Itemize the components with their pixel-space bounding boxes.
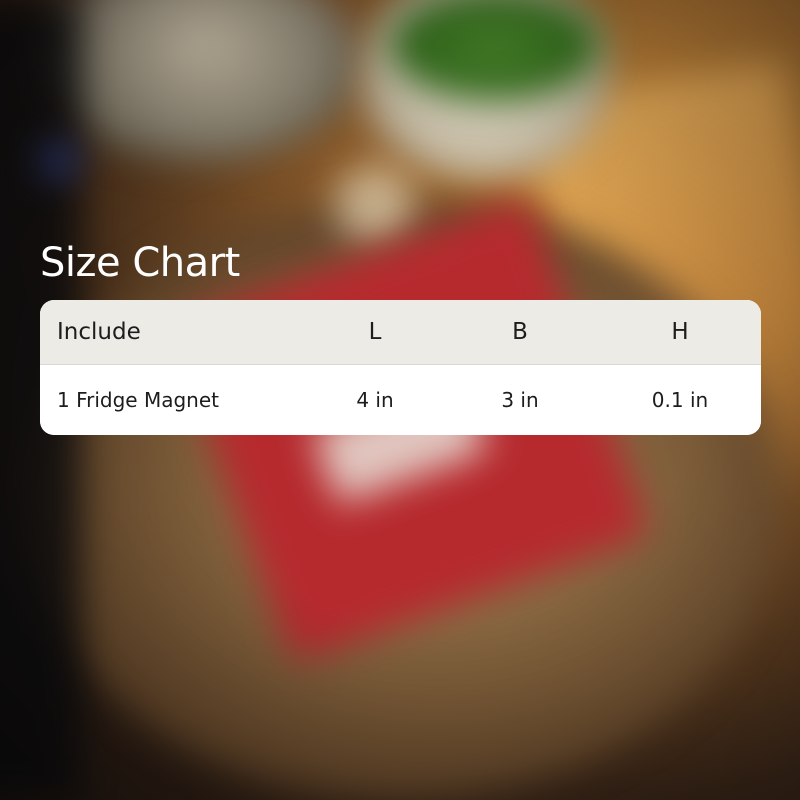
header-height: H (671, 319, 689, 345)
size-chart-title: Size Chart (40, 240, 240, 286)
table-header-row: Include L B H (40, 300, 761, 365)
header-include: Include (57, 319, 141, 345)
cell-height: 0.1 in (651, 388, 709, 412)
table-row: 1 Fridge Magnet 4 in 3 in 0.1 in (40, 365, 761, 435)
cell-breadth: 3 in (501, 388, 539, 412)
size-table: Include L B H 1 Fridge Magnet 4 in 3 in … (40, 300, 761, 435)
header-breadth: B (512, 319, 528, 345)
cell-length: 4 in (356, 388, 394, 412)
cell-include: 1 Fridge Magnet (57, 388, 219, 412)
header-length: L (368, 319, 382, 345)
